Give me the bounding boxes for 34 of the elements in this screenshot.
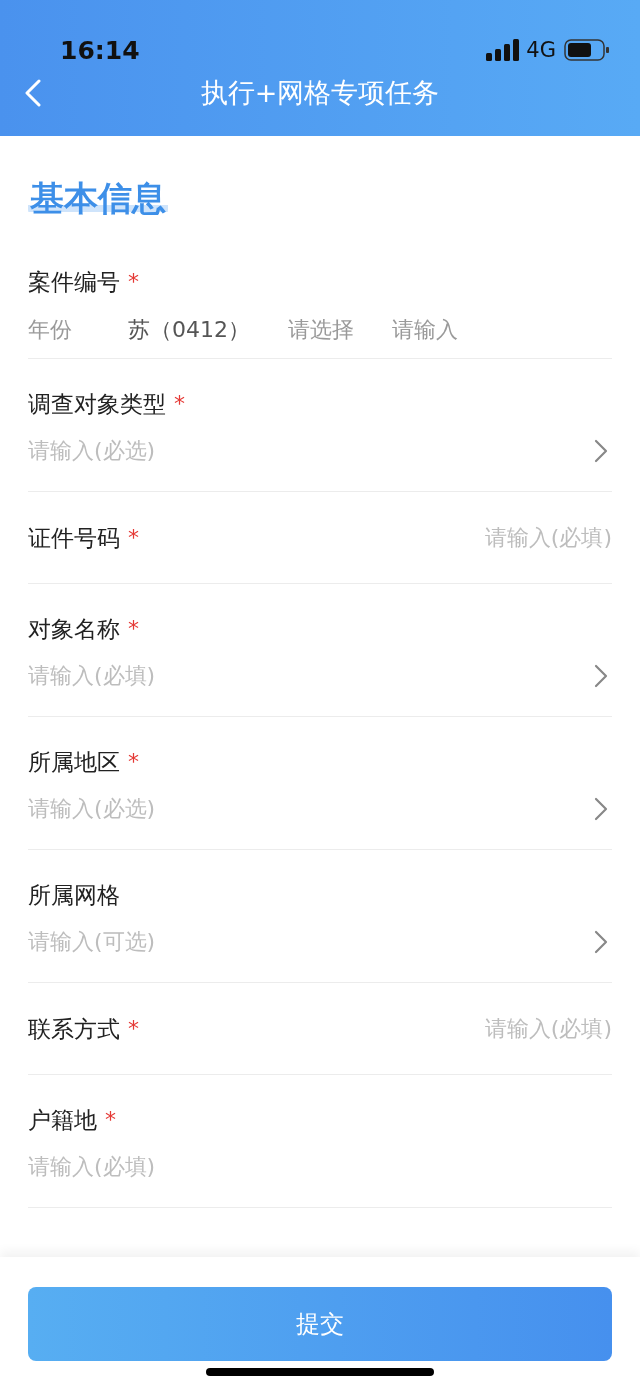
required-mark: * — [128, 1015, 139, 1043]
signal-icon — [486, 39, 521, 61]
field-label: 对象名称 — [28, 615, 120, 644]
field-placeholder[interactable]: 请输入(必选) — [28, 794, 594, 824]
field-label: 联系方式 — [28, 1015, 120, 1044]
field-placeholder[interactable]: 请输入(必填) — [484, 1014, 612, 1044]
field-label: 户籍地 — [28, 1106, 97, 1135]
required-mark: * — [128, 524, 139, 552]
required-mark: * — [128, 748, 139, 776]
field-label: 所属网格 — [28, 881, 120, 910]
back-icon[interactable] — [24, 79, 42, 107]
field-placeholder[interactable]: 年份 — [28, 315, 72, 345]
section-title: 基本信息 — [28, 180, 168, 216]
field-placeholder[interactable]: 请输入 — [392, 315, 458, 345]
field-value[interactable]: 苏（0412） — [128, 315, 250, 345]
field-placeholder[interactable]: 请输入(可选) — [28, 927, 594, 957]
field-placeholder[interactable]: 请输入(必选) — [28, 436, 594, 466]
required-mark: * — [105, 1106, 116, 1134]
network-label: 4G — [526, 38, 556, 62]
page-title: 执行+网格专项任务 — [200, 76, 440, 110]
field-label: 所属地区 — [28, 748, 120, 777]
submit-button[interactable]: 提交 — [28, 1287, 612, 1361]
field-label: 调查对象类型 — [28, 390, 166, 419]
field-placeholder[interactable]: 请输入(必填) — [28, 1152, 612, 1182]
required-mark: * — [174, 390, 185, 418]
battery-icon — [564, 39, 610, 61]
field-placeholder[interactable]: 请输入(必填) — [484, 523, 612, 553]
required-mark: * — [128, 615, 139, 643]
field-label: 案件编号 — [28, 268, 120, 297]
field-label: 证件号码 — [28, 524, 120, 553]
status-time: 16:14 — [60, 35, 141, 65]
field-placeholder[interactable]: 请输入(必填) — [28, 661, 594, 691]
required-mark: * — [128, 268, 139, 296]
field-placeholder[interactable]: 请选择 — [288, 315, 354, 345]
